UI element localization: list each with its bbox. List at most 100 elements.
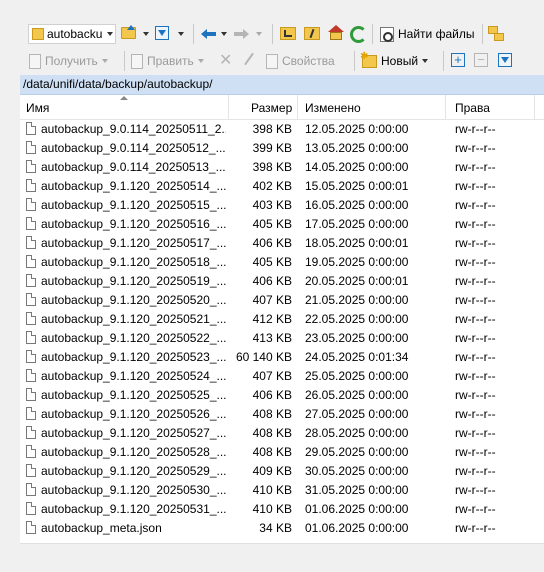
file-name: autobackup_9.1.120_20250527_... (41, 426, 226, 440)
path-bar[interactable]: /data/unifi/data/backup/autobackup/ (20, 75, 544, 95)
file-modified: 23.05.2025 0:00:00 (305, 331, 409, 345)
chevron-down-icon (101, 59, 108, 63)
root-folder-button[interactable] (304, 25, 322, 43)
table-row[interactable]: autobackup_9.1.120_20250522_... 413 KB 23.… (20, 329, 544, 348)
filter-mask-button[interactable] (498, 53, 512, 67)
horizontal-scrollbar[interactable] (20, 543, 544, 561)
home-button[interactable] (327, 25, 345, 43)
table-row[interactable]: autobackup_9.1.120_20250521_... 412 KB 22.… (20, 310, 544, 329)
file-size: 408 KB (252, 407, 292, 421)
column-divider[interactable] (534, 95, 535, 119)
table-row[interactable]: autobackup_9.1.120_20250517_... 406 KB 18.… (20, 234, 544, 253)
open-folder-button[interactable] (121, 25, 149, 43)
file-icon (26, 274, 36, 287)
file-icon (26, 141, 36, 154)
file-name: autobackup_9.1.120_20250520_... (41, 293, 226, 307)
table-row[interactable]: autobackup_meta.json 34 KB 01.06.2025 0:00… (20, 519, 544, 538)
file-modified: 21.05.2025 0:00:00 (305, 293, 409, 307)
file-icon (26, 369, 36, 382)
collapse-all-button[interactable]: − (474, 53, 488, 67)
table-row[interactable]: autobackup_9.1.120_20250523_... 60 140 KB… (20, 348, 544, 367)
table-row[interactable]: autobackup_9.1.120_20250514_... 402 KB 15.… (20, 177, 544, 196)
file-size: 399 KB (252, 141, 292, 155)
file-name: autobackup_9.1.120_20250525_... (41, 388, 226, 402)
file-size: 398 KB (252, 160, 292, 174)
find-files-button[interactable]: Найти файлы (380, 25, 474, 43)
file-rights: rw-r--r-- (455, 255, 496, 269)
file-rights: rw-r--r-- (455, 293, 496, 307)
table-row[interactable]: autobackup_9.1.120_20250520_... 407 KB 21.… (20, 291, 544, 310)
file-name: autobackup_9.1.120_20250523_... (41, 350, 226, 364)
parent-folder-button[interactable] (280, 25, 298, 43)
chevron-down-icon (197, 59, 204, 63)
file-size: 402 KB (252, 179, 292, 193)
refresh-button[interactable] (349, 25, 367, 43)
delete-button[interactable]: ✕ (219, 52, 233, 69)
file-modified: 13.05.2025 0:00:00 (305, 141, 409, 155)
table-row[interactable]: autobackup_9.1.120_20250529_... 409 KB 30.… (20, 462, 544, 481)
file-modified: 30.05.2025 0:00:00 (305, 464, 409, 478)
properties-button[interactable]: Свойства (266, 52, 335, 70)
column-name[interactable]: Имя (26, 101, 49, 115)
file-size: 34 KB (259, 521, 292, 535)
filter-icon (498, 53, 512, 67)
file-rights: rw-r--r-- (455, 350, 496, 364)
file-size: 413 KB (252, 331, 292, 345)
delete-icon: ✕ (219, 52, 233, 69)
table-row[interactable]: autobackup_9.1.120_20250525_... 406 KB 26.… (20, 386, 544, 405)
column-size[interactable]: Размер (251, 101, 292, 115)
chevron-down-icon (143, 32, 149, 36)
table-row[interactable]: autobackup_9.1.120_20250524_... 407 KB 25.… (20, 367, 544, 386)
file-modified: 20.05.2025 0:00:01 (305, 274, 409, 288)
file-size: 408 KB (252, 445, 292, 459)
table-row[interactable]: autobackup_9.1.120_20250515_... 403 KB 16.… (20, 196, 544, 215)
column-divider[interactable] (445, 95, 446, 119)
refresh-icon (350, 26, 367, 43)
column-divider[interactable] (228, 95, 229, 119)
column-modified[interactable]: Изменено (305, 101, 361, 115)
file-rights: rw-r--r-- (455, 369, 496, 383)
table-row[interactable]: autobackup_9.1.120_20250526_... 408 KB 27.… (20, 405, 544, 424)
file-modified: 17.05.2025 0:00:00 (305, 217, 409, 231)
file-size: 406 KB (252, 388, 292, 402)
column-divider[interactable] (297, 95, 298, 119)
expand-all-button[interactable]: + (451, 53, 465, 67)
new-button[interactable]: ✱ Новый (360, 51, 429, 70)
file-size: 410 KB (252, 483, 292, 497)
table-row[interactable]: autobackup_9.0.114_20250513_... 398 KB 14.… (20, 158, 544, 177)
location-combo[interactable]: autobacku (28, 24, 116, 44)
table-row[interactable]: autobackup_9.1.120_20250518_... 405 KB 19.… (20, 253, 544, 272)
file-rights: rw-r--r-- (455, 464, 496, 478)
sync-browse-button[interactable] (488, 25, 508, 43)
back-button[interactable] (201, 25, 227, 43)
home-icon (328, 25, 344, 32)
file-modified: 14.05.2025 0:00:00 (305, 160, 409, 174)
file-icon (26, 521, 36, 534)
file-modified: 01.06.2025 0:00:00 (305, 502, 409, 516)
edit-button[interactable]: Править (131, 52, 204, 70)
table-row[interactable]: autobackup_9.1.120_20250530_... 410 KB 31.… (20, 481, 544, 500)
table-row[interactable]: autobackup_9.0.114_20250512_... 399 KB 13.… (20, 139, 544, 158)
column-rights[interactable]: Права (455, 101, 490, 115)
chevron-down-icon (256, 32, 262, 36)
table-row[interactable]: autobackup_9.1.120_20250528_... 408 KB 29.… (20, 443, 544, 462)
rename-button[interactable] (241, 52, 257, 68)
forward-button[interactable] (234, 25, 264, 43)
file-list[interactable]: Имя Размер Изменено Права autobackup_9.0… (20, 95, 544, 543)
table-row[interactable]: autobackup_9.1.120_20250531_... 410 KB 01.… (20, 500, 544, 519)
table-row[interactable]: autobackup_9.0.114_20250511_2... 398 KB 12… (20, 120, 544, 139)
file-icon (26, 160, 36, 173)
file-size: 398 KB (252, 122, 292, 136)
file-icon (26, 198, 36, 211)
table-row[interactable]: autobackup_9.1.120_20250527_... 408 KB 28.… (20, 424, 544, 443)
file-rights: rw-r--r-- (455, 426, 496, 440)
chevron-down-icon[interactable] (107, 32, 113, 36)
table-row[interactable]: autobackup_9.1.120_20250516_... 405 KB 17.… (20, 215, 544, 234)
table-row[interactable]: autobackup_9.1.120_20250519_... 406 KB 20.… (20, 272, 544, 291)
filter-button[interactable] (155, 25, 185, 43)
download-button[interactable]: Получить (29, 52, 108, 70)
file-rights: rw-r--r-- (455, 331, 496, 345)
file-icon (26, 426, 36, 439)
filter-icon (155, 26, 169, 40)
file-size: 406 KB (252, 236, 292, 250)
